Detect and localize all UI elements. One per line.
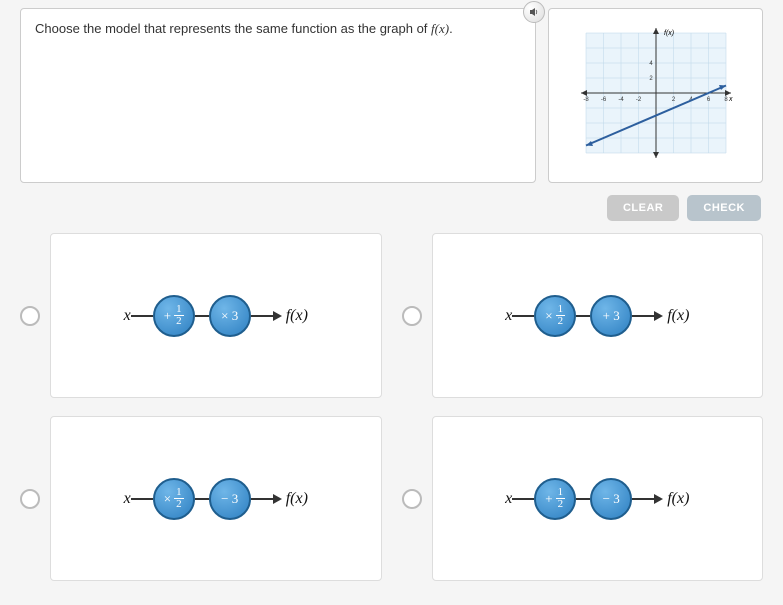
- input-var: x: [124, 490, 131, 508]
- svg-text:-8: -8: [583, 97, 589, 103]
- option-card-4[interactable]: x + 12 − 3 f(x): [432, 416, 764, 581]
- option-card-3[interactable]: x × 12 − 3 f(x): [50, 416, 382, 581]
- op2: − 3: [209, 478, 251, 520]
- op2: × 3: [209, 295, 251, 337]
- graph-panel: f(x) x -8-6-4-2 2468 24: [548, 8, 763, 183]
- svg-text:-2: -2: [635, 97, 641, 103]
- flow-diagram: x + 12 × 3 f(x): [124, 295, 308, 337]
- op1: + 12: [153, 295, 195, 337]
- check-button[interactable]: CHECK: [687, 195, 761, 221]
- output-var: f(x): [286, 490, 308, 508]
- arrow-icon: [654, 494, 663, 504]
- flow-diagram: x × 12 − 3 f(x): [124, 478, 308, 520]
- flow-diagram: x × 12 + 3 f(x): [505, 295, 689, 337]
- question-text-end: .: [449, 21, 453, 36]
- radio-option-1[interactable]: [20, 306, 40, 326]
- clear-button[interactable]: CLEAR: [607, 195, 679, 221]
- op1: + 12: [534, 478, 576, 520]
- svg-text:-6: -6: [600, 97, 606, 103]
- option-4: x + 12 − 3 f(x): [402, 416, 764, 581]
- graph-y-label: f(x): [664, 30, 674, 37]
- op2: − 3: [590, 478, 632, 520]
- option-1: x + 12 × 3 f(x): [20, 233, 382, 398]
- option-card-1[interactable]: x + 12 × 3 f(x): [50, 233, 382, 398]
- output-var: f(x): [667, 307, 689, 325]
- arrow-icon: [273, 311, 282, 321]
- radio-option-2[interactable]: [402, 306, 422, 326]
- question-text: Choose the model that represents the sam…: [35, 21, 431, 36]
- input-var: x: [124, 307, 131, 325]
- op1: × 12: [534, 295, 576, 337]
- arrow-icon: [654, 311, 663, 321]
- option-2: x × 12 + 3 f(x): [402, 233, 764, 398]
- question-fx: f(x): [431, 21, 449, 36]
- question-panel: Choose the model that represents the sam…: [20, 8, 536, 183]
- svg-text:-4: -4: [618, 97, 624, 103]
- output-var: f(x): [667, 490, 689, 508]
- op1: × 12: [153, 478, 195, 520]
- graph-x-label: x: [728, 96, 733, 103]
- audio-icon[interactable]: [523, 1, 545, 23]
- option-3: x × 12 − 3 f(x): [20, 416, 382, 581]
- input-var: x: [505, 490, 512, 508]
- arrow-icon: [273, 494, 282, 504]
- svg-text:8: 8: [724, 97, 728, 103]
- output-var: f(x): [286, 307, 308, 325]
- input-var: x: [505, 307, 512, 325]
- op2: + 3: [590, 295, 632, 337]
- option-card-2[interactable]: x × 12 + 3 f(x): [432, 233, 764, 398]
- radio-option-4[interactable]: [402, 489, 422, 509]
- graph-figure: f(x) x -8-6-4-2 2468 24: [571, 23, 741, 168]
- flow-diagram: x + 12 − 3 f(x): [505, 478, 689, 520]
- radio-option-3[interactable]: [20, 489, 40, 509]
